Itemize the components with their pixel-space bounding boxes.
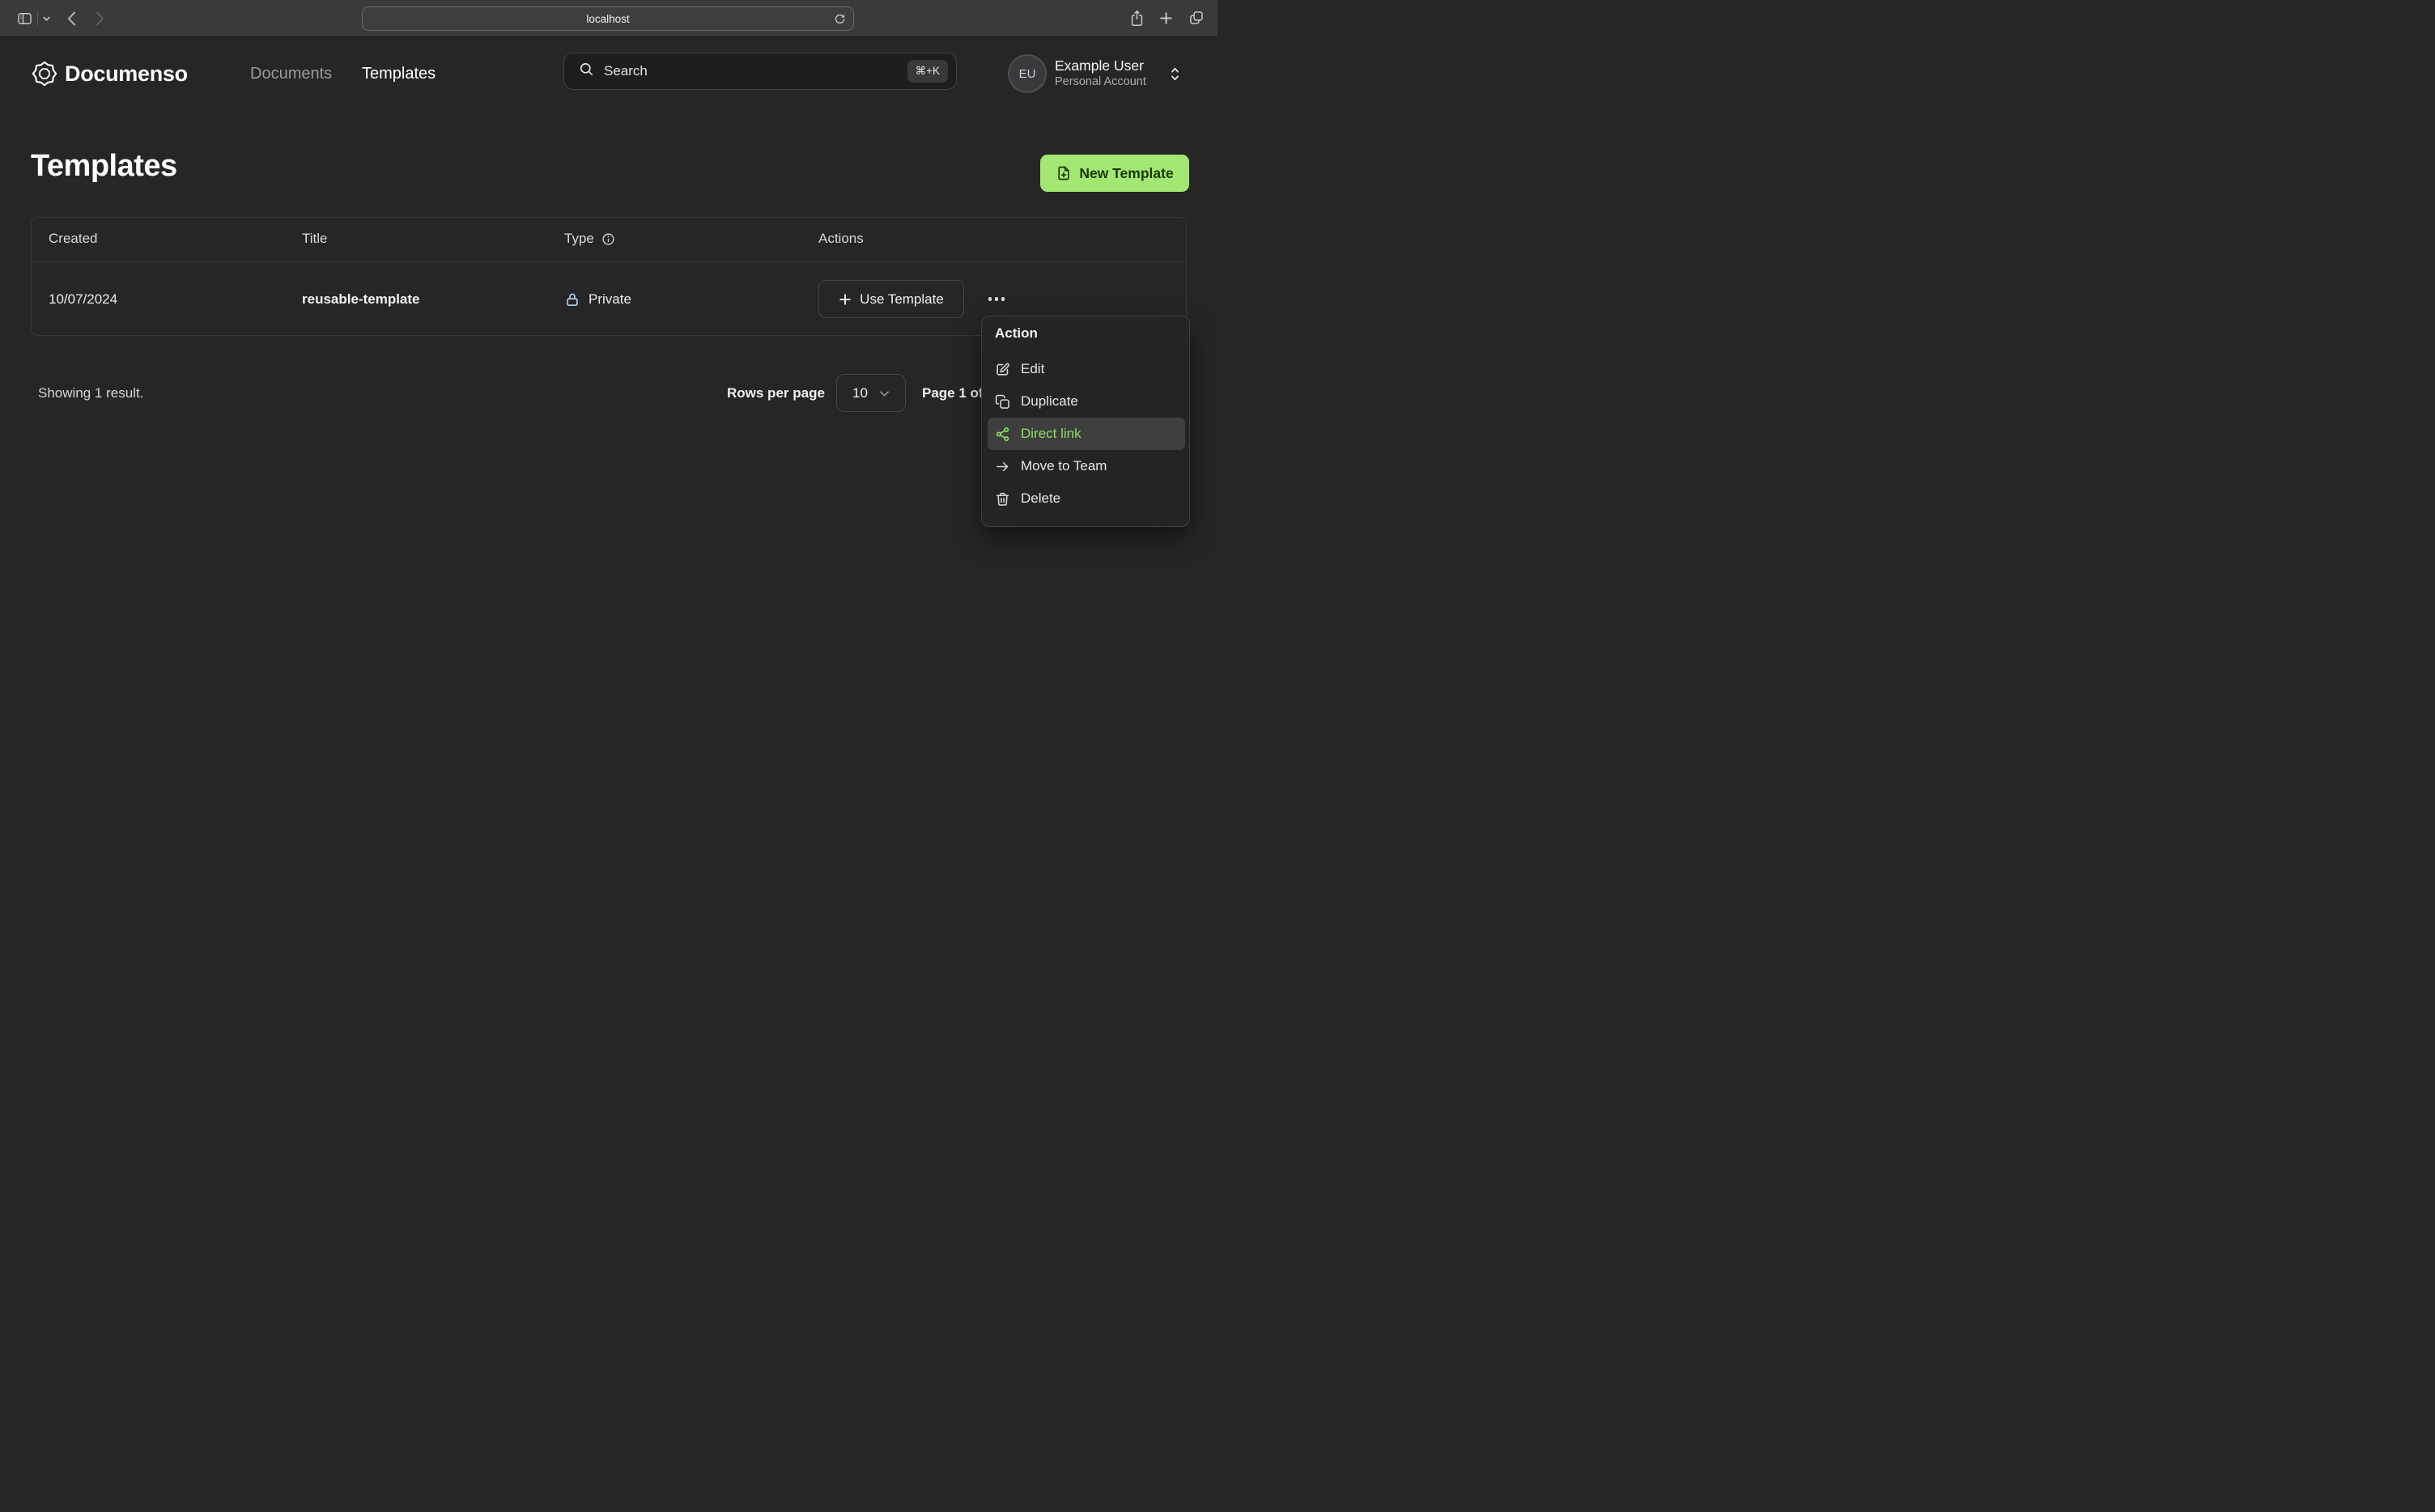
account-switcher-chevrons-icon[interactable] (1168, 64, 1182, 88)
safari-window: localhost Documenso Documents Templates … (0, 0, 1218, 756)
toolbar-divider (37, 11, 38, 26)
file-plus-icon (1056, 165, 1072, 181)
info-icon[interactable] (601, 232, 615, 246)
menu-item-label: Move to Team (1021, 458, 1107, 474)
column-header-actions: Actions (818, 231, 864, 246)
share-link-icon (996, 427, 1009, 441)
brand-name: Documenso (65, 62, 188, 86)
rows-per-page-value: 10 (852, 384, 868, 401)
documenso-logo-icon (31, 60, 58, 91)
address-bar[interactable]: localhost (362, 6, 854, 31)
rows-per-page-label: Rows per page (727, 385, 825, 401)
menu-item-direct-link[interactable]: Direct link (988, 418, 1185, 450)
row-actions-menu: Action Edit Duplicate Direct link Move t… (981, 316, 1190, 527)
search-icon (579, 62, 594, 81)
use-template-label: Use Template (860, 291, 944, 307)
address-bar-url: localhost (586, 12, 630, 25)
menu-item-duplicate[interactable]: Duplicate (988, 385, 1185, 418)
row-type: Private (564, 280, 631, 318)
menu-item-label: Delete (1021, 491, 1061, 506)
row-type-label: Private (589, 291, 631, 307)
results-count: Showing 1 result. (38, 385, 144, 401)
row-actions-menu-icon[interactable] (980, 280, 1013, 318)
row-title: reusable-template (302, 291, 420, 307)
arrow-right-icon (996, 461, 1009, 471)
row-created: 10/07/2024 (49, 291, 118, 307)
search-input[interactable] (604, 63, 907, 79)
account-type: Personal Account (1055, 75, 1146, 88)
rows-per-page-select[interactable]: 10 (836, 374, 906, 412)
duplicate-icon (995, 394, 1009, 409)
use-template-button[interactable]: Use Template (818, 280, 964, 318)
sidebar-toggle-icon[interactable] (16, 11, 33, 27)
lock-icon (564, 291, 580, 308)
nav-item-documents[interactable]: Documents (250, 65, 332, 83)
column-header-type: Type (564, 231, 615, 247)
menu-item-label: Duplicate (1021, 393, 1078, 409)
share-icon[interactable] (1129, 9, 1145, 28)
menu-item-label: Direct link (1021, 426, 1082, 441)
menu-title: Action (995, 325, 1038, 341)
menu-item-label: Edit (1021, 361, 1045, 376)
table-header-divider (32, 261, 1186, 262)
browser-toolbar: localhost (0, 0, 1218, 37)
select-chevron-down-icon (879, 390, 890, 397)
column-header-created: Created (49, 231, 98, 246)
global-search[interactable]: ⌘+K (563, 53, 957, 90)
new-template-button[interactable]: New Template (1040, 155, 1189, 192)
edit-icon (997, 363, 1009, 376)
page-title: Templates (31, 149, 177, 183)
search-shortcut-badge: ⌘+K (907, 60, 948, 83)
nav-item-templates[interactable]: Templates (362, 65, 436, 83)
menu-item-move-to-team[interactable]: Move to Team (988, 450, 1185, 482)
avatar[interactable]: EU (1008, 54, 1047, 93)
new-template-label: New Template (1079, 164, 1174, 181)
refresh-icon[interactable] (834, 13, 846, 25)
column-header-type-label: Type (564, 231, 594, 246)
forward-icon[interactable] (95, 11, 105, 27)
plus-icon[interactable] (1159, 11, 1173, 25)
account-name: Example User (1055, 57, 1144, 74)
trash-icon (996, 492, 1009, 506)
tabs-icon[interactable] (1188, 10, 1205, 26)
column-header-title: Title (302, 231, 328, 246)
chevron-down-icon[interactable] (42, 15, 51, 23)
plus-small-icon (839, 293, 852, 306)
menu-item-delete[interactable]: Delete (988, 482, 1185, 515)
back-icon[interactable] (66, 11, 77, 27)
menu-item-edit[interactable]: Edit (988, 353, 1185, 385)
